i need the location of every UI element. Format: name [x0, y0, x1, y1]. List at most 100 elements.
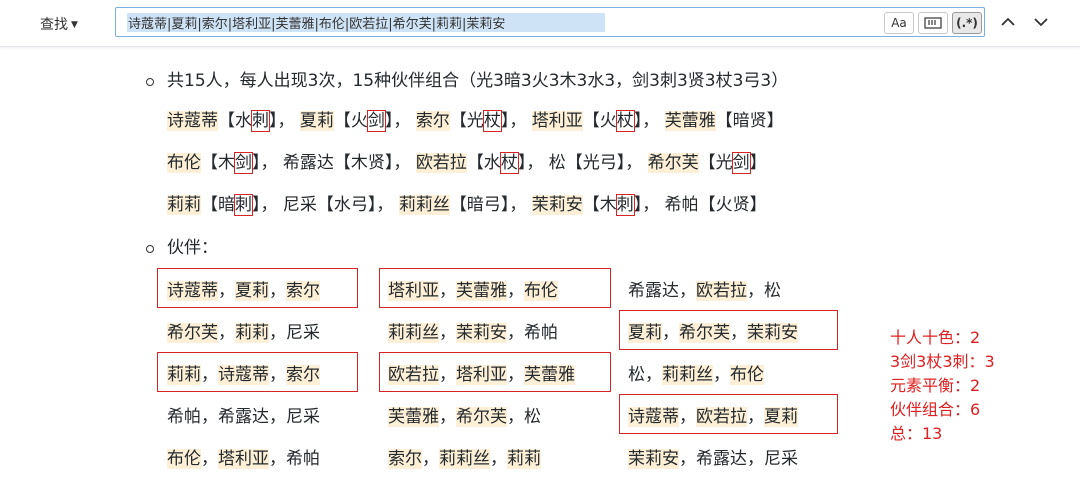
partner-name: 希帕 [167, 407, 201, 427]
find-input[interactable] [116, 8, 876, 36]
separator: ， [507, 407, 524, 427]
attribute-text: 【火贤 [698, 195, 750, 215]
partner-name: 莉莉 [235, 323, 269, 343]
attribute-text: 【暗 [201, 195, 235, 215]
separator: ， [260, 195, 283, 215]
partner-name: 希帕 [286, 449, 320, 469]
weapon-marked: 杖 [499, 152, 519, 174]
find-input-container: Aa (.*) [115, 7, 985, 37]
partner-group: 茉莉安，希露达，尼采 [628, 448, 798, 470]
roster-line: 布伦【木剑】， 希露达【木贤】， 欧若拉【水杖】， 松【光弓】， 希尔芙【光剑】 [167, 152, 767, 174]
separator: ， [509, 111, 532, 131]
character-name: 希露达 [282, 153, 334, 173]
group-highlight-box [157, 352, 358, 392]
separator: ， [269, 323, 286, 343]
separator: ， [201, 449, 218, 469]
separator: ， [679, 281, 696, 301]
regex-label: (.*) [956, 16, 978, 30]
separator: ， [490, 449, 507, 469]
score-line: 十人十色：2 [890, 328, 981, 347]
partner-name: 希露达 [218, 407, 269, 427]
partner-group: 布伦，塔利亚，希帕 [167, 448, 320, 470]
separator: ， [507, 323, 524, 343]
match-case-label: Aa [891, 16, 907, 30]
partner-group: 希帕，希露达，尼采 [167, 406, 320, 428]
bracket-close: 】 [749, 153, 767, 173]
weapon-marked: 剑 [366, 110, 386, 132]
chevron-down-icon [1034, 18, 1048, 27]
separator: ， [393, 153, 416, 173]
group-highlight-box [379, 352, 611, 392]
attribute-text: 【水 [466, 153, 501, 173]
roster-line: 诗蔻蒂【水刺】， 夏莉【火剑】， 索尔【光杖】， 塔利亚【火杖】， 芙蕾雅【暗贤… [167, 110, 784, 132]
group-highlight-box [157, 268, 358, 308]
attribute-text: 【光 [449, 111, 484, 131]
weapon-marked: 刺 [615, 194, 635, 216]
partner-name: 尼采 [286, 323, 320, 343]
group-highlight-box [619, 394, 838, 434]
document-body: 共15人，每人出现3次，15种伙伴组合（光3暗3火3木3水3，剑3刺3贤3杖3弓… [0, 46, 1080, 492]
weapon-marked: 杖 [615, 110, 635, 132]
separator: ， [713, 365, 730, 385]
attribute-text: 【木贤 [333, 153, 385, 173]
whole-word-icon [924, 17, 942, 29]
regex-button[interactable]: (.*) [952, 12, 982, 34]
separator: ， [393, 111, 416, 131]
separator: ， [201, 407, 218, 427]
chevron-up-icon [1001, 17, 1015, 26]
character-name: 诗蔻蒂 [167, 111, 218, 131]
separator: ， [269, 449, 286, 469]
next-match-button[interactable] [1031, 12, 1051, 32]
separator: ， [642, 195, 665, 215]
partner-name: 索尔 [388, 449, 422, 469]
partner-name: 希尔芙 [167, 323, 218, 343]
find-mode-dropdown[interactable]: 查找 ▼ [40, 14, 78, 34]
attribute-text: 【光弓 [565, 153, 617, 173]
partner-name: 欧若拉 [696, 281, 747, 301]
partner-name: 希尔芙 [456, 407, 507, 427]
partner-name: 莉莉丝 [388, 323, 439, 343]
partner-name: 塔利亚 [218, 449, 269, 469]
bracket-close: 】 [749, 195, 767, 215]
separator: ， [679, 449, 696, 469]
attribute-text: 【暗弓 [449, 195, 501, 215]
weapon-marked: 刺 [234, 194, 253, 216]
bracket-close: 】 [252, 195, 261, 215]
character-name: 松 [548, 153, 566, 173]
separator: ， [218, 323, 235, 343]
attribute-text: 【水弓 [316, 195, 368, 215]
match-case-button[interactable]: Aa [884, 12, 914, 34]
bracket-close: 】 [269, 111, 278, 131]
partner-name: 希帕 [524, 323, 558, 343]
partner-name: 松 [524, 407, 541, 427]
separator: ， [376, 195, 399, 215]
whole-word-button[interactable] [918, 12, 948, 34]
character-name: 希尔芙 [647, 153, 699, 173]
character-name: 夏莉 [299, 111, 334, 131]
find-bar: 查找▼ Aa (.*) [0, 0, 1080, 47]
partner-name: 茉莉安 [456, 323, 507, 343]
partner-group: 索尔，莉莉丝，莉莉 [388, 448, 541, 470]
separator: ， [509, 195, 532, 215]
partner-name: 茉莉安 [628, 449, 679, 469]
bracket-close: 】 [633, 195, 643, 215]
partner-group: 芙蕾雅，希尔芙，松 [388, 406, 541, 428]
attribute-text: 【暗贤 [715, 111, 767, 131]
bracket-close: 】 [766, 111, 784, 131]
character-name: 塔利亚 [531, 111, 583, 131]
character-name: 希帕 [664, 195, 699, 215]
partner-name: 莉莉丝 [662, 365, 713, 385]
attribute-text: 【光 [698, 153, 733, 173]
separator: ， [625, 153, 648, 173]
separator: ， [645, 365, 662, 385]
attribute-text: 【木 [201, 153, 235, 173]
partners-heading: 伙伴： [167, 238, 218, 258]
attribute-text: 【木 [582, 195, 617, 215]
weapon-marked: 剑 [731, 152, 751, 174]
separator: ， [747, 449, 764, 469]
separator: ， [260, 153, 283, 173]
previous-match-button[interactable] [998, 12, 1018, 32]
partner-name: 松 [764, 281, 781, 301]
partner-name: 松 [628, 365, 645, 385]
separator: ， [526, 153, 549, 173]
